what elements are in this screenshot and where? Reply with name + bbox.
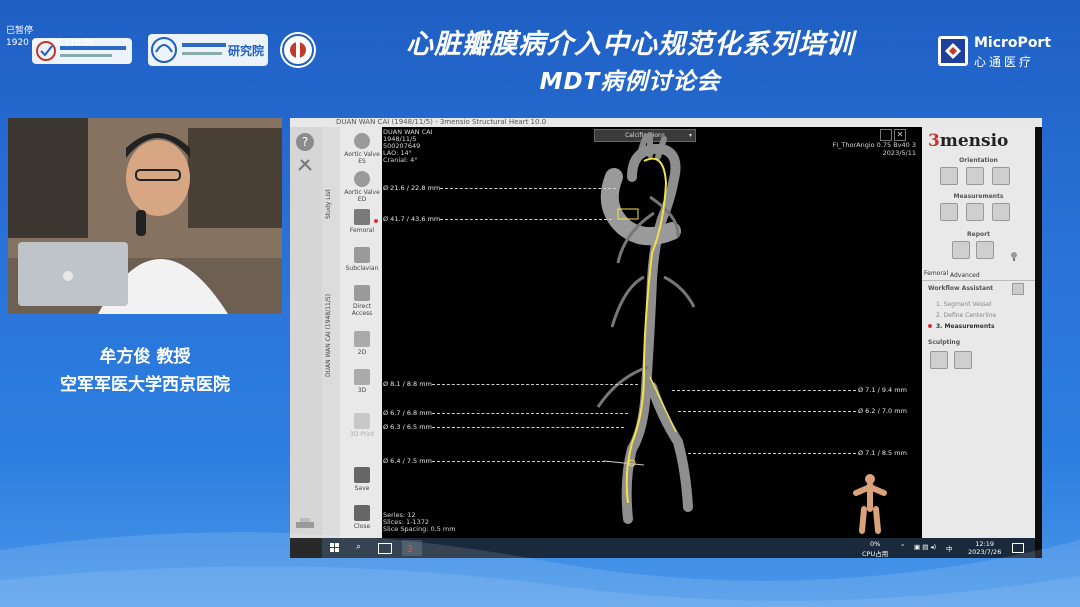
- report-heading: Report: [967, 231, 990, 238]
- workflow-step[interactable]: 2. Define Centerline: [936, 312, 996, 319]
- speaker-name: 牟方俊 教授: [99, 347, 191, 367]
- tool-label: Aortic Valve ED: [344, 189, 380, 203]
- subclavian-icon: [354, 247, 370, 263]
- pause-status: 已暂停: [6, 26, 34, 36]
- tool-label: 3D: [357, 387, 367, 394]
- window-title: DUAN WAN CAI (1948/11/5) - 3mensio Struc…: [290, 118, 1042, 127]
- sculpt-add-button[interactable]: [930, 351, 948, 369]
- round-seal-logo: [280, 32, 316, 68]
- measurement-label: Ø 41.7 / 43.6 mm: [383, 215, 441, 223]
- aortic-valve-icon: [354, 171, 370, 187]
- logo-text: mensio: [939, 131, 1009, 151]
- tool-label: 2D: [357, 349, 367, 356]
- report-document-button[interactable]: [976, 241, 994, 259]
- speaker-video: [8, 118, 282, 314]
- measurement-line: [432, 413, 628, 414]
- tool-label: Femoral: [349, 227, 375, 234]
- tool-2d[interactable]: 2D: [342, 331, 382, 356]
- direct-access-icon: [354, 285, 370, 301]
- tool-subclavian[interactable]: Subclavian: [342, 247, 382, 272]
- tab-advanced[interactable]: Advanced: [950, 272, 980, 279]
- sub-title: MDT病例讨论会: [539, 69, 721, 95]
- measure-diameter-button[interactable]: [992, 203, 1010, 221]
- workflow-step-active[interactable]: 3. Measurements: [936, 323, 995, 330]
- workflow-step[interactable]: 1. Segment Vessel: [936, 301, 991, 308]
- 3d-print-icon: [354, 413, 370, 429]
- alliance-logo: [32, 38, 132, 64]
- microport-logo-icon: [938, 36, 968, 66]
- orientation-front-button[interactable]: [940, 167, 958, 185]
- measurement-line: [672, 390, 856, 391]
- measurement-line: [678, 411, 856, 412]
- orientation-heading: Orientation: [959, 157, 998, 164]
- microport-name: MicroPort: [974, 35, 1052, 51]
- 3mensio-logo: 3mensio: [928, 131, 1009, 151]
- tool-label: Aortic Valve ES: [344, 151, 380, 165]
- speaker-organization: 空军军医大学西京医院: [60, 375, 230, 395]
- measurement-label: Ø 8.1 / 8.8 mm: [383, 380, 432, 388]
- help-icon[interactable]: ?: [296, 133, 314, 151]
- workflow-toggle-icon[interactable]: [1012, 283, 1024, 295]
- tool-aortic-valve-ed[interactable]: Aortic Valve ED: [342, 171, 382, 203]
- tool-3d[interactable]: 3D: [342, 369, 382, 394]
- aortic-valve-icon: [354, 133, 370, 149]
- measurement-line: [432, 384, 638, 385]
- measure-length-button[interactable]: [940, 203, 958, 221]
- tools-icon[interactable]: [297, 157, 313, 171]
- tool-label: Subclavian: [345, 265, 379, 272]
- measurement-label: Ø 6.7 / 6.8 mm: [383, 409, 432, 417]
- institute-text: 研究院: [228, 44, 265, 58]
- microport-chinese: 心通医疗: [974, 55, 1035, 69]
- measurement-label: Ø 21.6 / 22.8 mm: [383, 184, 441, 192]
- tab-femoral[interactable]: Femoral: [924, 270, 948, 277]
- tool-label: Direct Access: [351, 303, 373, 317]
- tool-aortic-valve-es[interactable]: Aortic Valve ES: [342, 133, 382, 165]
- sculpting-heading: Sculpting: [928, 339, 960, 346]
- measurements-heading: Measurements: [953, 193, 1004, 200]
- orientation-top-button[interactable]: [992, 167, 1010, 185]
- 2d-icon: [354, 331, 370, 347]
- study-list-tab[interactable]: Study List: [325, 159, 332, 219]
- report-camera-button[interactable]: [952, 241, 970, 259]
- tool-direct-access[interactable]: Direct Access: [342, 285, 382, 317]
- active-step-dot: [928, 324, 932, 328]
- measurement-line: [440, 188, 616, 189]
- lightbulb-icon[interactable]: [1010, 251, 1018, 261]
- research-institute-logo: 研究院: [148, 34, 268, 66]
- patient-tab[interactable]: DUAN WAN CAI (1948/11/5): [325, 287, 332, 377]
- wave-decoration: [0, 532, 1080, 607]
- measurement-label: Ø 7.1 / 9.4 mm: [858, 386, 907, 394]
- main-title: 心脏瓣膜病介入中心规范化系列培训: [406, 29, 854, 60]
- active-dot: [374, 219, 378, 223]
- sculpt-cut-button[interactable]: [954, 351, 972, 369]
- tab-divider: [922, 280, 1035, 281]
- workflow-assistant-heading: Workflow Assistant: [928, 285, 994, 292]
- 3d-icon: [354, 369, 370, 385]
- femoral-icon: [354, 209, 370, 225]
- measurement-line: [432, 427, 624, 428]
- measure-angle-button[interactable]: [966, 203, 984, 221]
- orientation-side-button[interactable]: [966, 167, 984, 185]
- measurement-line: [440, 219, 612, 220]
- measurement-label: Ø 6.2 / 7.0 mm: [858, 407, 907, 415]
